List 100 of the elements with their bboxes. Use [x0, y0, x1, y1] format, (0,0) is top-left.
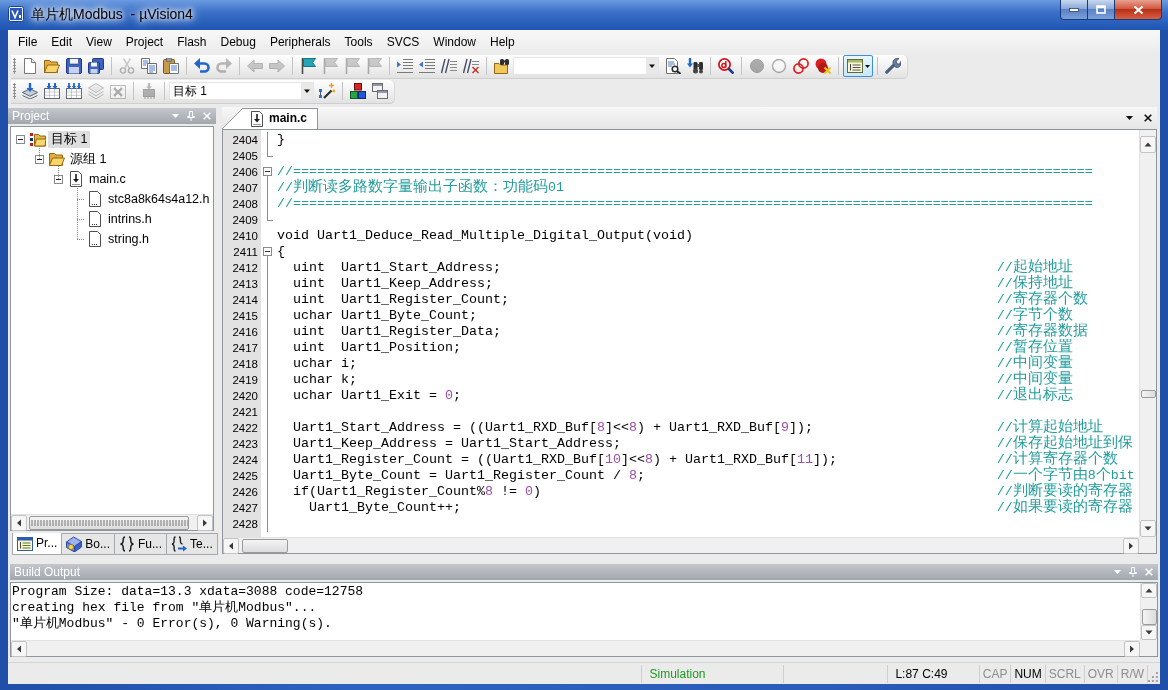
menu-item[interactable]: Project	[118, 33, 171, 51]
menu-item[interactable]: Flash	[170, 33, 214, 51]
toolbar-grip[interactable]	[13, 58, 16, 74]
scroll-down-icon[interactable]	[1141, 625, 1157, 640]
horizontal-scrollbar[interactable]	[223, 537, 1139, 553]
window-layout-button[interactable]	[843, 55, 873, 77]
clipboard-button[interactable]	[160, 55, 182, 77]
stack-arrow-button[interactable]	[19, 80, 41, 102]
code-line: uint Uart1_Register_Count;	[293, 292, 509, 308]
windows-icon	[372, 83, 388, 99]
menu-item[interactable]: Edit	[44, 33, 80, 51]
menu-item[interactable]: Peripherals	[262, 33, 338, 51]
code-line: if(Uart1_Register_Count%8 != 0)	[293, 484, 541, 500]
magnifier-button[interactable]	[715, 55, 737, 77]
copy-button[interactable]	[138, 55, 160, 77]
magnifier-icon	[718, 58, 734, 74]
menu-item[interactable]: Tools	[337, 33, 380, 51]
scroll-thumb[interactable]	[1140, 390, 1156, 398]
file-tab[interactable]: main.c	[222, 108, 318, 129]
save-all-button[interactable]	[85, 55, 107, 77]
books-icon	[66, 536, 83, 552]
tree-item[interactable]: intrins.h	[105, 210, 155, 228]
breakpoint-cross-icon	[815, 58, 831, 74]
save-button[interactable]	[63, 55, 85, 77]
panel-tab[interactable]: Fu...	[115, 533, 168, 555]
file-arrow-icon	[249, 110, 265, 127]
folder-binoculars-icon	[494, 58, 510, 74]
tree-item[interactable]: 目标 1	[48, 130, 91, 148]
window-title: 单片机Modbus - µVision4	[30, 5, 194, 23]
scroll-thumb[interactable]	[1141, 609, 1157, 625]
menu-item[interactable]: SVCS	[379, 33, 427, 51]
menu-item[interactable]: Debug	[213, 33, 263, 51]
find-document-icon	[665, 58, 681, 74]
scroll-left-icon[interactable]	[11, 514, 27, 531]
flag-icon	[322, 58, 338, 74]
scissors-icon	[119, 58, 135, 74]
scroll-left-icon[interactable]	[223, 537, 239, 554]
scroll-left-icon[interactable]	[11, 640, 27, 657]
vertical-scrollbar[interactable]	[1140, 583, 1157, 640]
collapse-icon[interactable]	[263, 167, 272, 176]
code-line: Uart1_Keep_Address = Uart1_Start_Address;	[293, 436, 621, 452]
menu-item[interactable]: Help	[483, 33, 522, 51]
build-button[interactable]	[41, 80, 63, 102]
scroll-right-icon[interactable]	[1124, 640, 1140, 657]
collapse-icon[interactable]	[54, 174, 63, 184]
horizontal-scrollbar[interactable]	[11, 514, 213, 530]
scroll-right-icon[interactable]	[197, 514, 213, 531]
scroll-up-icon[interactable]	[1141, 583, 1157, 598]
layers-icon	[88, 83, 104, 99]
scrollbar-corner	[1139, 537, 1156, 553]
menu-item[interactable]: View	[79, 33, 119, 51]
panel-tab[interactable]: Bo...	[62, 533, 116, 555]
tree-item[interactable]: string.h	[105, 230, 152, 248]
document-icon	[87, 191, 103, 207]
blocks-button[interactable]	[347, 80, 369, 102]
tree-item[interactable]: 源组 1	[67, 150, 110, 168]
horizontal-scrollbar[interactable]	[11, 640, 1140, 656]
scroll-up-icon[interactable]	[1140, 136, 1156, 153]
target-combobox[interactable]: 目标 1	[169, 82, 314, 100]
maximize-button[interactable]	[1088, 0, 1115, 20]
dropdown-icon[interactable]	[1126, 116, 1133, 120]
panel-tab[interactable]: Te...	[167, 533, 218, 555]
menu-item[interactable]: File	[11, 33, 45, 51]
toolbar-grip[interactable]	[13, 83, 16, 99]
line-number: 2422	[232, 422, 258, 434]
close-button[interactable]	[1115, 0, 1162, 20]
scroll-right-icon[interactable]	[1123, 537, 1139, 554]
save-icon	[66, 58, 82, 74]
collapse-icon[interactable]	[16, 134, 25, 144]
flag-icon	[366, 58, 382, 74]
close-icon[interactable]	[1144, 114, 1152, 122]
minimize-button[interactable]	[1060, 0, 1088, 20]
tree-item[interactable]: stc8a8k64s4a12.h	[105, 190, 213, 208]
wrench-button[interactable]	[882, 55, 904, 77]
line-number: 2424	[232, 454, 258, 466]
grid-cross-icon	[110, 83, 126, 99]
tree-item[interactable]: main.c	[86, 170, 129, 188]
collapse-icon[interactable]	[263, 247, 272, 256]
panel-tab[interactable]: Pr...	[12, 533, 63, 555]
indent-icon	[397, 58, 413, 74]
window-layout-icon	[846, 58, 863, 74]
scroll-thumb[interactable]	[29, 515, 189, 530]
close-icon	[1132, 4, 1144, 15]
scroll-down-icon[interactable]	[1140, 520, 1156, 537]
panel-title: Build Output	[14, 565, 81, 579]
menu-item[interactable]: Window	[426, 33, 483, 51]
rebuild-button[interactable]	[63, 80, 85, 102]
windows-button[interactable]	[369, 80, 391, 102]
rings-button[interactable]	[790, 55, 812, 77]
chip-icon	[141, 83, 157, 99]
project-window-icon	[17, 535, 33, 552]
collapse-icon[interactable]	[35, 154, 44, 164]
scroll-thumb[interactable]	[242, 538, 288, 553]
code-line: uchar k;	[293, 372, 357, 388]
vertical-scrollbar[interactable]	[1139, 130, 1156, 537]
line-number: 2423	[232, 438, 258, 450]
app-logo-icon[interactable]	[8, 6, 24, 22]
code-line: }	[277, 132, 285, 148]
resize-grip-icon[interactable]	[1148, 672, 1158, 682]
code-comment: //退出标志	[996, 388, 1073, 404]
